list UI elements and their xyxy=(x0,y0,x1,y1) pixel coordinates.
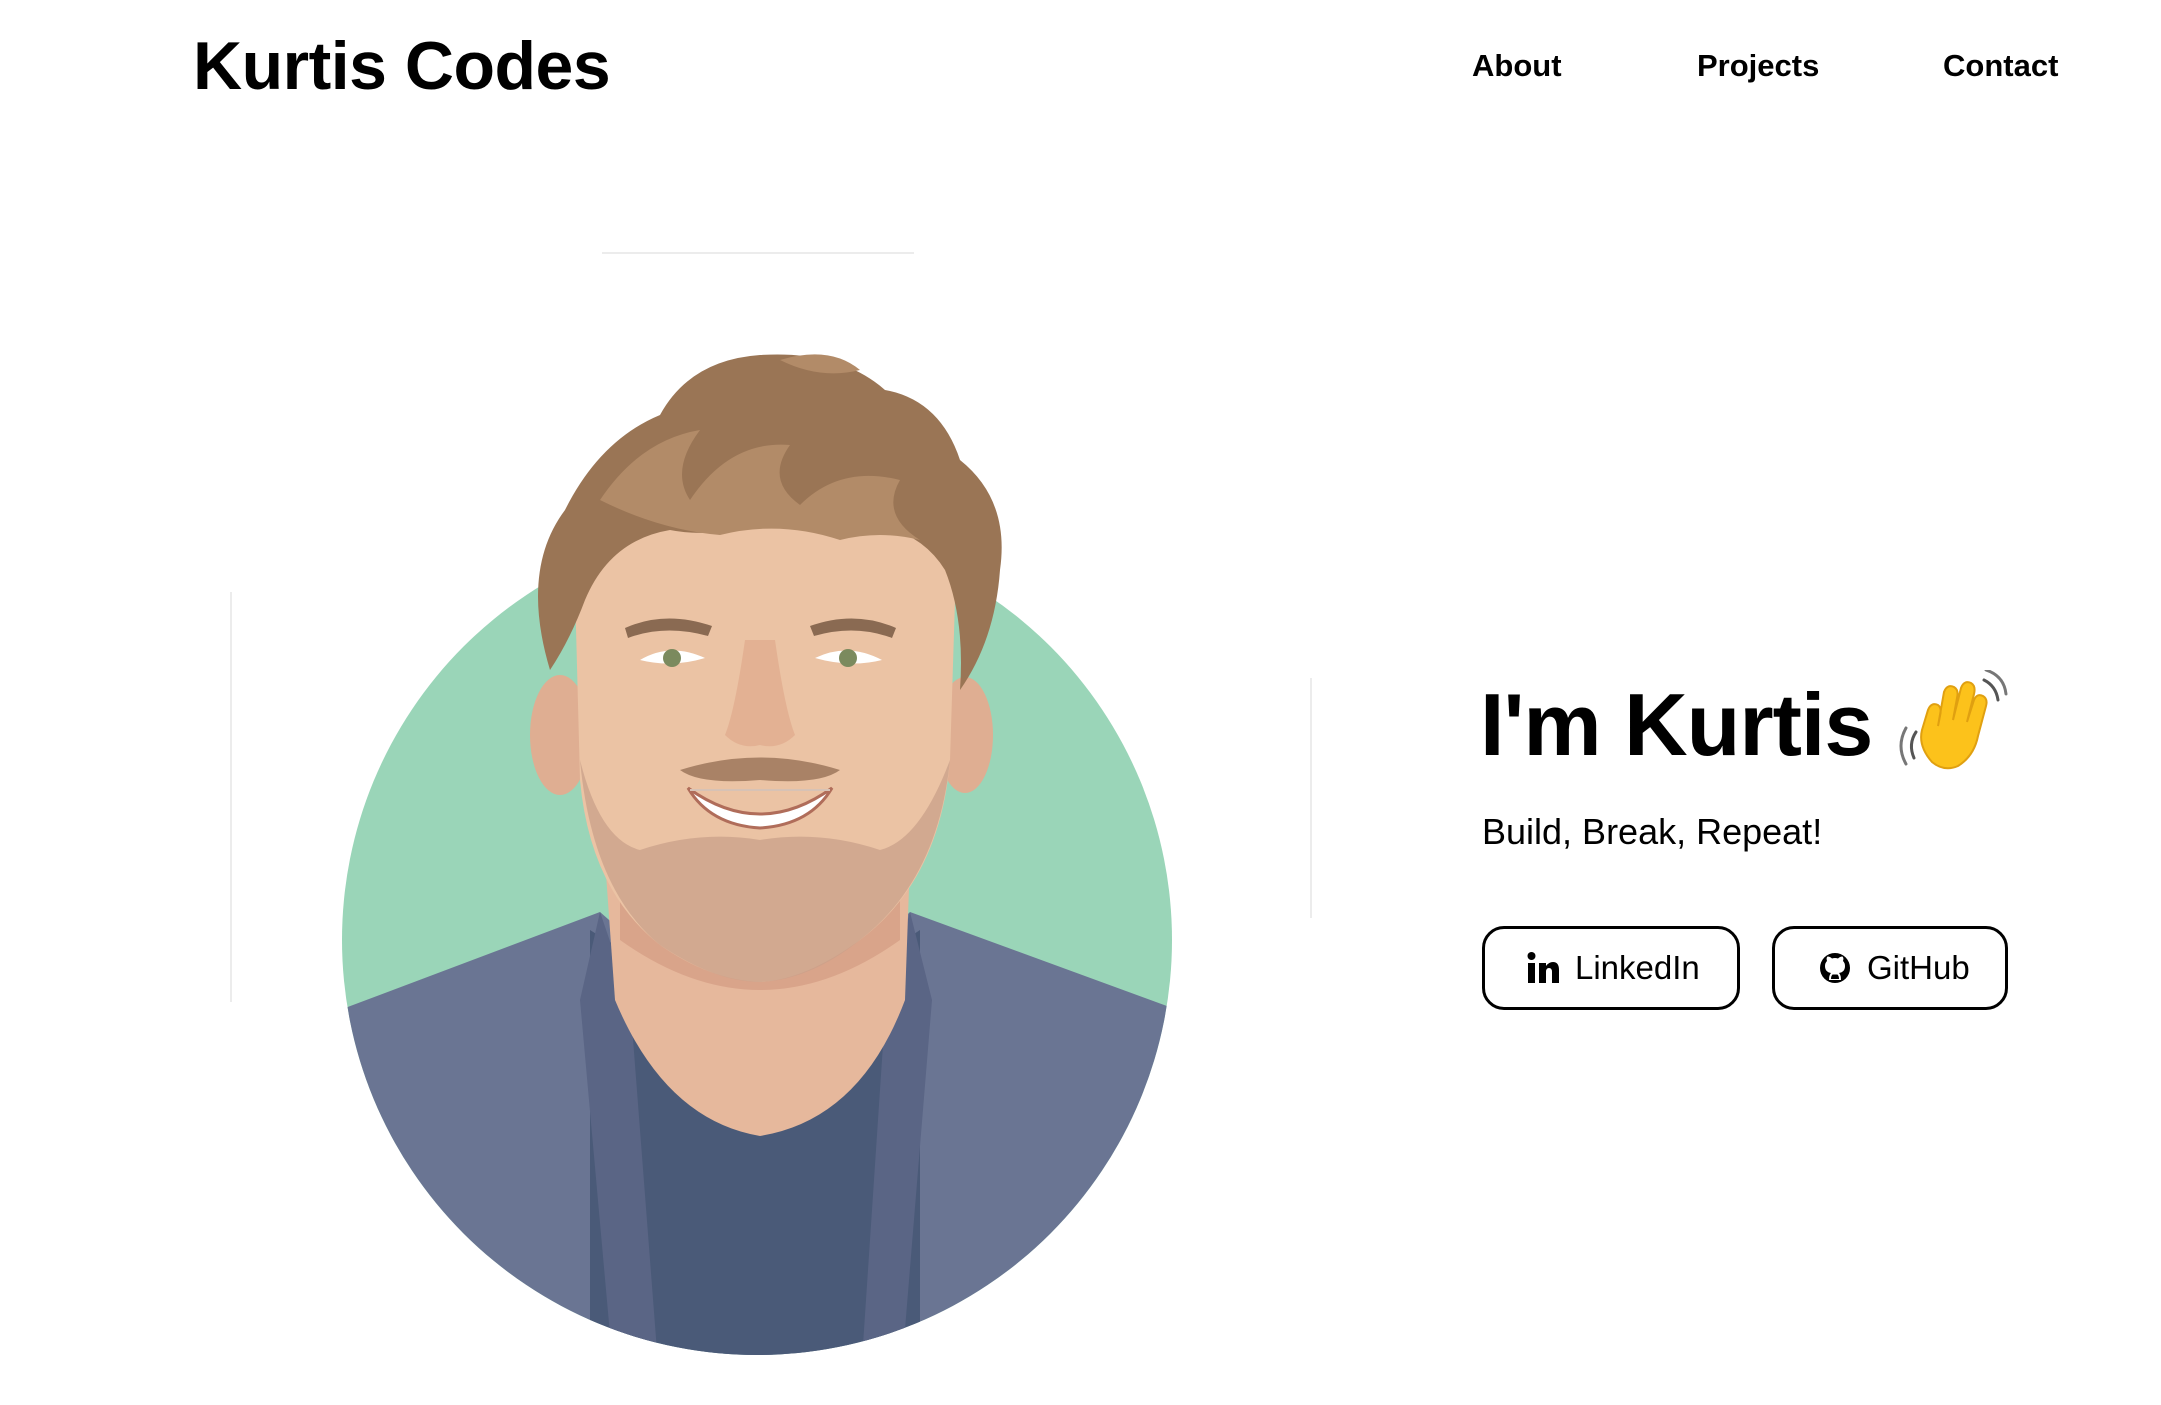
portrait-illustration xyxy=(220,240,1340,1400)
github-button-label: GitHub xyxy=(1867,949,1970,986)
greeting-text: I'm Kurtis xyxy=(1480,675,1873,774)
avatar xyxy=(342,354,1172,1355)
nav-projects-link[interactable]: Projects xyxy=(1697,44,1819,88)
waving-hand-icon xyxy=(1898,668,2008,780)
github-button[interactable]: GitHub xyxy=(1772,926,2008,1010)
greeting-heading: I'm Kurtis xyxy=(1480,668,2080,780)
nav-contact-link[interactable]: Contact xyxy=(1943,44,2058,88)
nav-about-link[interactable]: About xyxy=(1472,44,1562,88)
linkedin-button[interactable]: LinkedIn xyxy=(1482,926,1740,1010)
github-icon xyxy=(1817,950,1853,986)
linkedin-button-label: LinkedIn xyxy=(1575,949,1700,986)
site-header: Kurtis Codes About Projects Contact xyxy=(0,0,2161,140)
main-nav: About Projects Contact xyxy=(0,44,2161,88)
intro-section: I'm Kurtis Build, Break, Repeat! LinkedI… xyxy=(1480,668,2080,1010)
linkedin-icon xyxy=(1525,950,1561,986)
tagline: Build, Break, Repeat! xyxy=(1482,811,1823,852)
